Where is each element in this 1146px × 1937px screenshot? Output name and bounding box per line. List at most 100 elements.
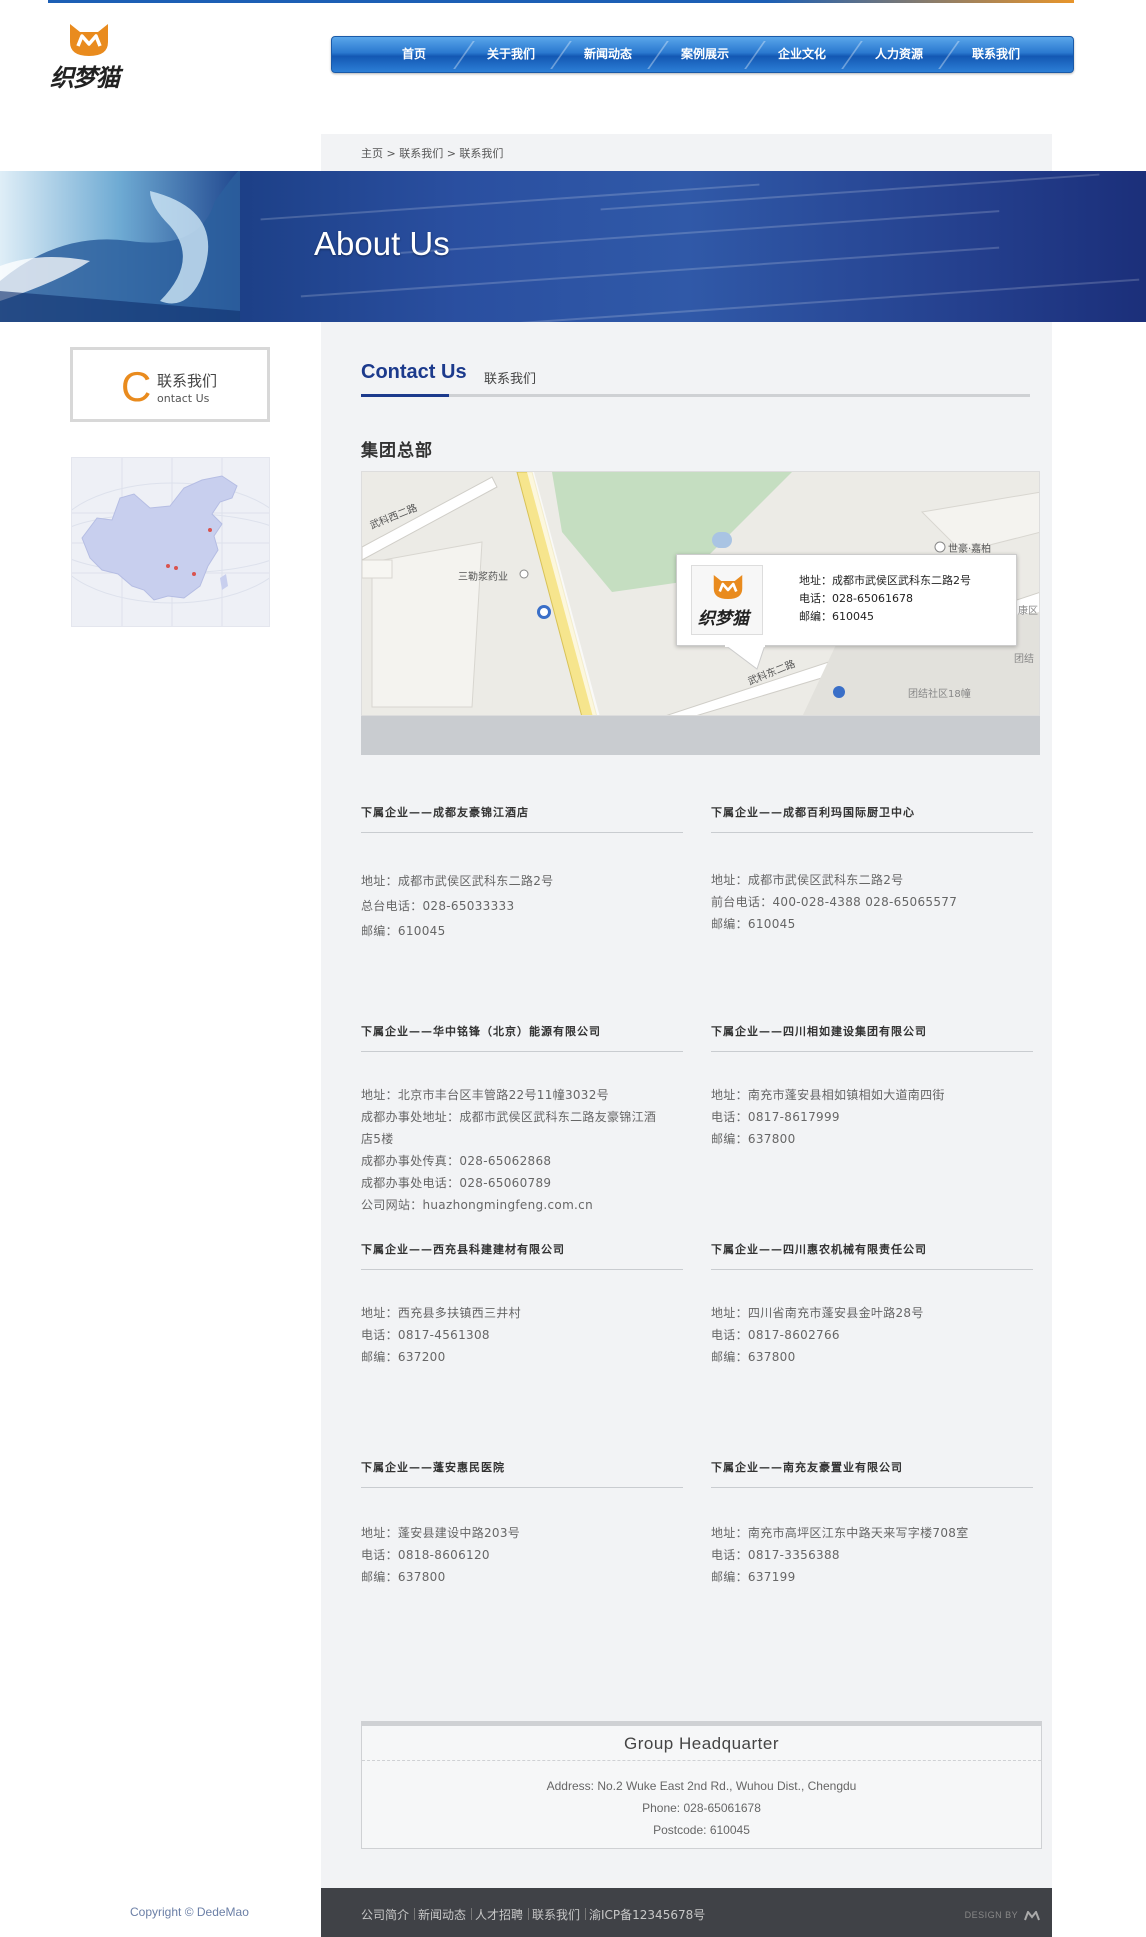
company-title: 下属企业——四川惠农机械有限责任公司 — [711, 1242, 1033, 1270]
company-line: 电话：0817-8602766 — [711, 1328, 840, 1342]
map-label-poi: 康区 — [1018, 606, 1038, 617]
map-footer-bar — [361, 716, 1040, 755]
footer-separator — [528, 1908, 529, 1920]
section-divider-accent — [361, 394, 449, 397]
nav-item-cases[interactable]: 案例展示 — [657, 37, 753, 72]
section-title-cn: 联系我们 — [484, 372, 537, 387]
group-hq-address: Address: No.2 Wuke East 2nd Rd., Wuhou D… — [546, 1779, 857, 1793]
company-line: 邮编：637200 — [361, 1350, 446, 1364]
company-block: 下属企业——华中铭锋（北京）能源有限公司 地址：北京市丰台区丰管路22号11幢3… — [361, 1024, 683, 1216]
contact-cn-label: 联系我们 — [157, 372, 218, 390]
popup-logo-text: 织梦猫 — [698, 609, 749, 629]
popup-postcode: 邮编：610045 — [799, 610, 874, 623]
location-map[interactable]: 武科西二路 三勒浆药业 世豪·嘉柏 武科东二路 团结社区18幢 康区 团结 织梦… — [361, 471, 1040, 716]
section-divider — [361, 394, 1030, 397]
map-label-poi: 世豪·嘉柏 — [948, 544, 992, 555]
company-block: 下属企业——成都百利玛国际厨卫中心 地址：成都市武侯区武科东二路2号 前台电话：… — [711, 805, 1033, 935]
main-nav: 首页 关于我们 新闻动态 案例展示 企业文化 人力资源 联系我们 — [331, 36, 1074, 73]
map-label-poi: 三勒浆药业 — [458, 572, 508, 583]
china-map-icon — [72, 458, 269, 626]
banner-streak — [500, 278, 1140, 322]
company-line: 店5楼 — [361, 1132, 394, 1146]
footer-bar: 公司简介 新闻动态 人才招聘 联系我们 渝ICP备12345678号 DESIG… — [321, 1888, 1052, 1937]
design-by: DESIGN BY — [964, 1909, 1040, 1921]
nav-item-home[interactable]: 首页 — [366, 37, 462, 72]
company-line: 总台电话：028-65033333 — [361, 899, 515, 913]
footer-link-news[interactable]: 新闻动态 — [418, 1906, 466, 1923]
banner-streak — [400, 210, 1000, 254]
company-line: 电话：0817-3356388 — [711, 1548, 840, 1562]
footer-separator — [585, 1908, 586, 1920]
nav-item-contact[interactable]: 联系我们 — [948, 37, 1044, 72]
company-line: 邮编：637800 — [711, 1350, 796, 1364]
company-title: 下属企业——华中铭锋（北京）能源有限公司 — [361, 1024, 683, 1052]
map-label-poi: 团结社区18幢 — [908, 689, 971, 700]
cat-logo-icon — [70, 24, 108, 56]
design-by-label: DESIGN BY — [964, 1910, 1018, 1920]
company-block: 下属企业——成都友豪锦江酒店 地址：成都市武侯区武科东二路2号 总台电话：028… — [361, 805, 683, 944]
company-line: 成都办事处电话：028-65060789 — [361, 1176, 552, 1190]
page-banner: About Us — [0, 171, 1146, 322]
map-info-popup: 织梦猫 地址：成都市武侯区武科东二路2号 电话：028-65061678 邮编：… — [676, 554, 1017, 670]
group-hq-divider — [362, 1760, 1041, 1761]
popup-pointer — [725, 645, 765, 670]
group-hq-box: Group Headquarter Address: No.2 Wuke Eas… — [361, 1721, 1042, 1849]
company-title: 下属企业——成都友豪锦江酒店 — [361, 805, 683, 833]
contact-c-letter: C — [121, 363, 152, 410]
company-line: 邮编：610045 — [711, 917, 796, 931]
group-hq-phone: Phone: 028-65061678 — [642, 1801, 761, 1815]
sidebar-contact-us[interactable]: C 联系我们 ontact Us — [70, 347, 270, 422]
banner-title: About Us — [314, 225, 450, 262]
company-title: 下属企业——四川相如建设集团有限公司 — [711, 1024, 1033, 1052]
company-block: 下属企业——南充友豪置业有限公司 地址：南充市高坪区江东中路天来写字楼708室 … — [711, 1460, 1033, 1588]
company-title: 下属企业——蓬安惠民医院 — [361, 1460, 683, 1488]
contact-en-label: ontact Us — [157, 392, 210, 405]
company-block: 下属企业——四川相如建设集团有限公司 地址：南充市蓬安县相如镇相如大道南四街 电… — [711, 1024, 1033, 1150]
copyright: Copyright © DedeMao — [130, 1905, 249, 1919]
nav-item-hr[interactable]: 人力资源 — [851, 37, 947, 72]
section-title-en: Contact Us — [361, 361, 467, 383]
company-line: 公司网站：huazhongmingfeng.com.cn — [361, 1198, 593, 1212]
company-line: 成都办事处地址：成都市武侯区武科东二路友豪锦江酒 — [361, 1110, 657, 1124]
footer-link-jobs[interactable]: 人才招聘 — [475, 1906, 523, 1923]
company-line: 电话：0817-8617999 — [711, 1110, 840, 1124]
company-line: 邮编：610045 — [361, 924, 446, 938]
nav-item-culture[interactable]: 企业文化 — [754, 37, 850, 72]
company-line: 电话：0817-4561308 — [361, 1328, 490, 1342]
map-label-poi: 团结 — [1014, 654, 1034, 665]
company-line: 邮编：637199 — [711, 1570, 796, 1584]
cat-logo-icon — [713, 575, 743, 599]
company-line: 成都办事处传真：028-65062868 — [361, 1154, 552, 1168]
company-line: 地址：南充市蓬安县相如镇相如大道南四街 — [711, 1088, 945, 1102]
company-line: 地址：四川省南充市蓬安县金叶路28号 — [711, 1306, 924, 1320]
company-line: 电话：0818-8606120 — [361, 1548, 490, 1562]
popup-phone: 电话：028-65061678 — [799, 592, 913, 605]
popup-address: 地址：成都市武侯区武科东二路2号 — [799, 574, 971, 587]
company-line: 邮编：637800 — [711, 1132, 796, 1146]
company-title: 下属企业——南充友豪置业有限公司 — [711, 1460, 1033, 1488]
company-line: 地址：成都市武侯区武科东二路2号 — [711, 873, 904, 887]
group-hq-title: Group Headquarter — [624, 1734, 779, 1753]
company-line: 地址：西充县多扶镇西三井村 — [361, 1306, 521, 1320]
popup-logo: 织梦猫 — [691, 565, 763, 635]
designer-logo-icon — [1024, 1909, 1040, 1920]
wave-image — [0, 171, 240, 322]
nav-item-news[interactable]: 新闻动态 — [560, 37, 656, 72]
footer-link-icp[interactable]: 渝ICP备12345678号 — [589, 1906, 705, 1923]
nav-item-about[interactable]: 关于我们 — [463, 37, 559, 72]
china-map-image — [71, 457, 270, 627]
footer-link-about[interactable]: 公司简介 — [361, 1906, 409, 1923]
site-logo[interactable]: 织梦猫 — [50, 20, 130, 92]
top-accent-line — [48, 0, 1074, 3]
hq-title: 集团总部 — [361, 441, 433, 461]
footer-link-contact[interactable]: 联系我们 — [532, 1906, 580, 1923]
footer-separator — [414, 1908, 415, 1920]
content-column-bg — [321, 134, 1052, 1890]
company-block: 下属企业——四川惠农机械有限责任公司 地址：四川省南充市蓬安县金叶路28号 电话… — [711, 1242, 1033, 1368]
company-line: 地址：成都市武侯区武科东二路2号 — [361, 874, 554, 888]
breadcrumb: 主页 > 联系我们 > 联系我们 — [361, 147, 504, 160]
logo-text: 织梦猫 — [50, 64, 120, 92]
footer-separator — [471, 1908, 472, 1920]
banner-streak — [600, 173, 1100, 211]
company-line: 地址：北京市丰台区丰管路22号11幢3032号 — [361, 1088, 609, 1102]
